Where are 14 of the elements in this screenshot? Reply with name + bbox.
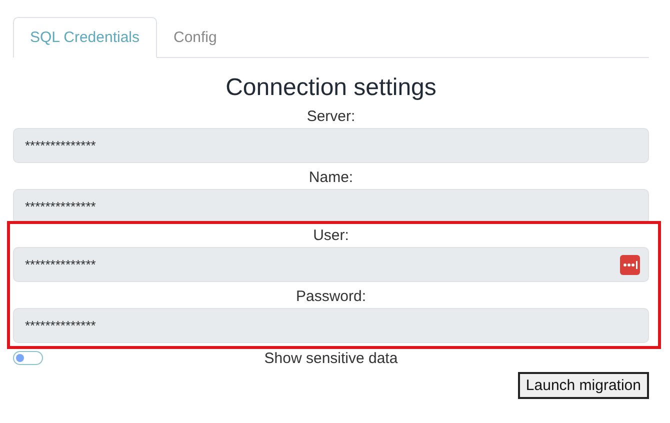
input-field[interactable]: ************** — [13, 247, 649, 282]
input-field[interactable]: ************** — [13, 128, 649, 163]
input-field[interactable]: ************** — [13, 308, 649, 343]
field-label: Name: — [308, 169, 354, 187]
input-field[interactable]: ************** — [13, 189, 649, 224]
toggle-switch[interactable] — [13, 351, 43, 365]
launch-button[interactable]: Launch migration — [518, 372, 649, 399]
field-label: Password: — [294, 288, 368, 306]
toggle-label: Show sensitive data — [263, 350, 399, 366]
section-heading: Connection settings — [224, 74, 438, 102]
field-label: User: — [312, 227, 350, 245]
field-label: Server: — [306, 108, 356, 126]
tab[interactable]: Config — [156, 17, 234, 58]
password-manager-icon[interactable] — [620, 254, 640, 274]
